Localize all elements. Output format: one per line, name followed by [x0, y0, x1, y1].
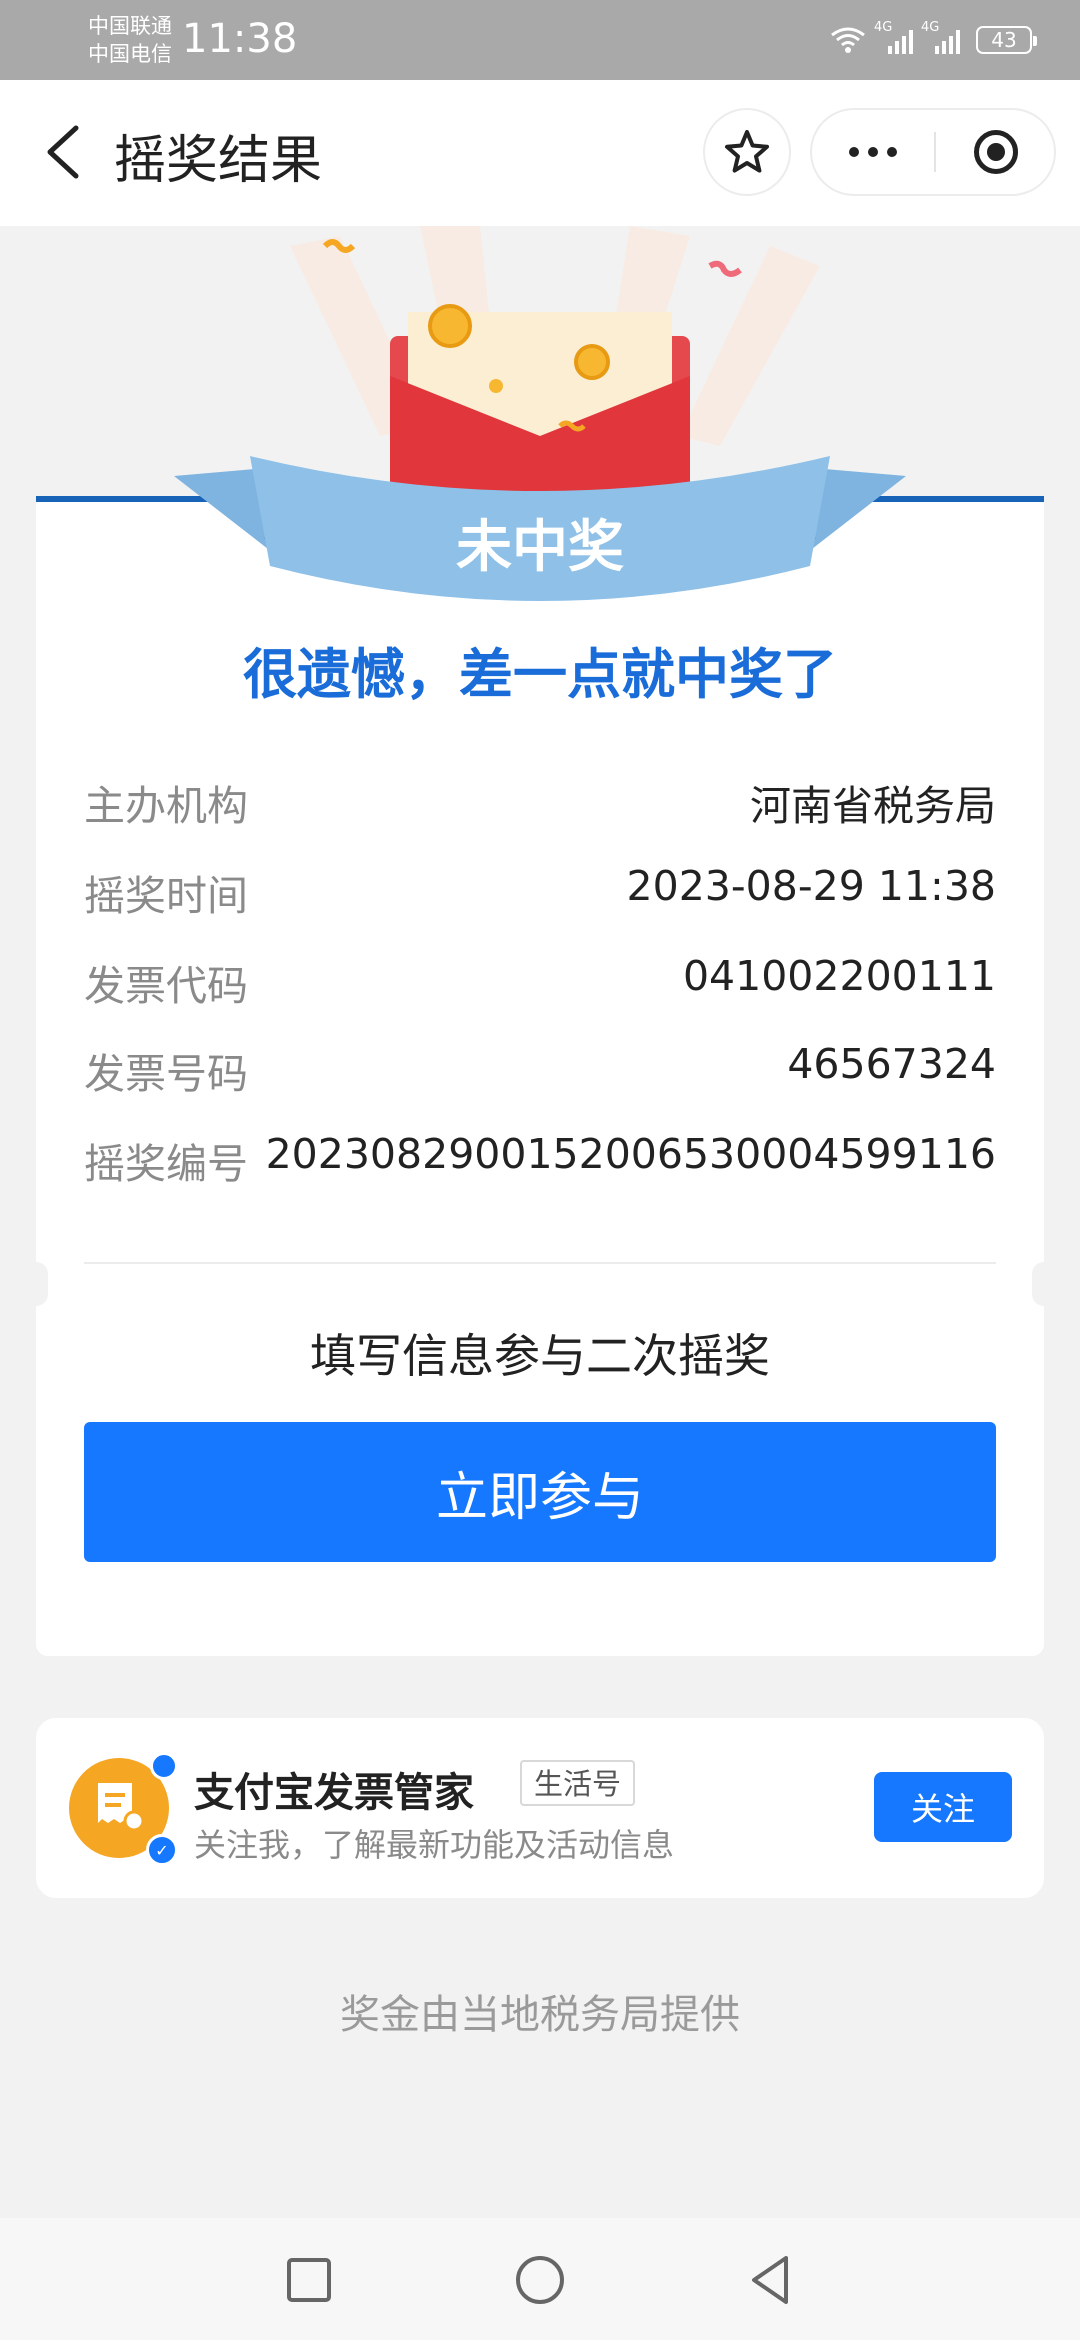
back-triangle-icon[interactable] — [742, 2252, 798, 2308]
status-bar: 中国联通 中国电信 11:38 4G 4G 43 — [0, 0, 1080, 80]
notification-dot — [150, 1752, 178, 1780]
card-notch-left — [24, 1262, 48, 1306]
recent-apps-icon[interactable] — [281, 2252, 337, 2308]
detail-row-organizer: 主办机构 河南省税务局 — [84, 772, 996, 832]
battery-level: 43 — [991, 28, 1017, 52]
second-draw-title: 填写信息参与二次摇奖 — [310, 1329, 770, 1383]
network-type-1: 4G — [874, 20, 893, 35]
follow-button[interactable]: 关注 — [874, 1772, 1012, 1842]
carrier-2: 中国电信 — [88, 42, 172, 66]
account-type-tag: 生活号 — [520, 1760, 636, 1806]
card-notch-right — [1032, 1262, 1056, 1306]
more-options-icon[interactable] — [812, 110, 934, 194]
status-time: 11:38 — [182, 16, 298, 62]
page-title: 摇奖结果 — [114, 131, 323, 191]
system-nav-bar — [0, 2218, 1080, 2340]
detail-label: 发票号码 — [84, 1050, 248, 1098]
detail-label: 主办机构 — [84, 782, 248, 830]
card-scallop-edge — [36, 1650, 1044, 1670]
detail-label: 摇奖时间 — [84, 872, 248, 920]
favorite-button[interactable] — [703, 108, 791, 196]
verified-check-icon: ✓ — [146, 1834, 178, 1866]
detail-row-draw-id: 摇奖编号 2023082900152006530004599116 — [84, 1130, 996, 1190]
detail-row-draw-time: 摇奖时间 2023-08-29 11:38 — [84, 862, 996, 922]
detail-value: 46567324 — [787, 1040, 996, 1088]
home-icon[interactable] — [512, 2252, 568, 2308]
status-icons: 4G 4G 43 — [830, 18, 1037, 62]
life-account-card[interactable]: ✓ 支付宝发票管家 生活号 关注我，了解最新功能及活动信息 关注 — [36, 1718, 1044, 1898]
network-type-2: 4G — [921, 20, 940, 35]
result-badge-text: 未中奖 — [456, 515, 624, 580]
carrier-names: 中国联通 中国电信 — [88, 12, 172, 68]
detail-value: 2023082900152006530004599116 — [265, 1130, 996, 1178]
nav-bar: 摇奖结果 — [0, 80, 1080, 226]
detail-value: 2023-08-29 11:38 — [626, 862, 996, 910]
detail-value: 河南省税务局 — [750, 782, 996, 830]
card-divider — [84, 1262, 996, 1264]
prize-source-note: 奖金由当地税务局提供 — [340, 1992, 740, 2038]
detail-row-invoice-code: 发票代码 041002200111 — [84, 952, 996, 1012]
detail-label: 发票代码 — [84, 962, 248, 1010]
carrier-1: 中国联通 — [88, 14, 172, 38]
detail-label: 摇奖编号 — [84, 1140, 248, 1188]
account-name: 支付宝发票管家 — [194, 1770, 474, 1816]
detail-row-invoice-number: 发票号码 46567324 — [84, 1040, 996, 1100]
signal-icon-2: 4G — [921, 20, 960, 54]
detail-value: 041002200111 — [682, 952, 996, 1000]
back-arrow-icon[interactable] — [36, 122, 96, 182]
miniapp-capsule — [810, 108, 1056, 196]
account-description: 关注我，了解最新功能及活动信息 — [194, 1826, 675, 1864]
close-target-icon — [974, 130, 1018, 174]
result-message: 很遗憾，差一点就中奖了 — [243, 643, 837, 706]
wifi-icon — [831, 27, 865, 53]
battery-icon: 43 — [976, 26, 1037, 54]
invoice-icon — [98, 1783, 145, 1832]
join-now-button[interactable]: 立即参与 — [84, 1422, 996, 1562]
star-icon — [725, 130, 769, 173]
signal-icon-1: 4G — [874, 20, 913, 54]
close-miniapp-button[interactable] — [936, 110, 1056, 194]
